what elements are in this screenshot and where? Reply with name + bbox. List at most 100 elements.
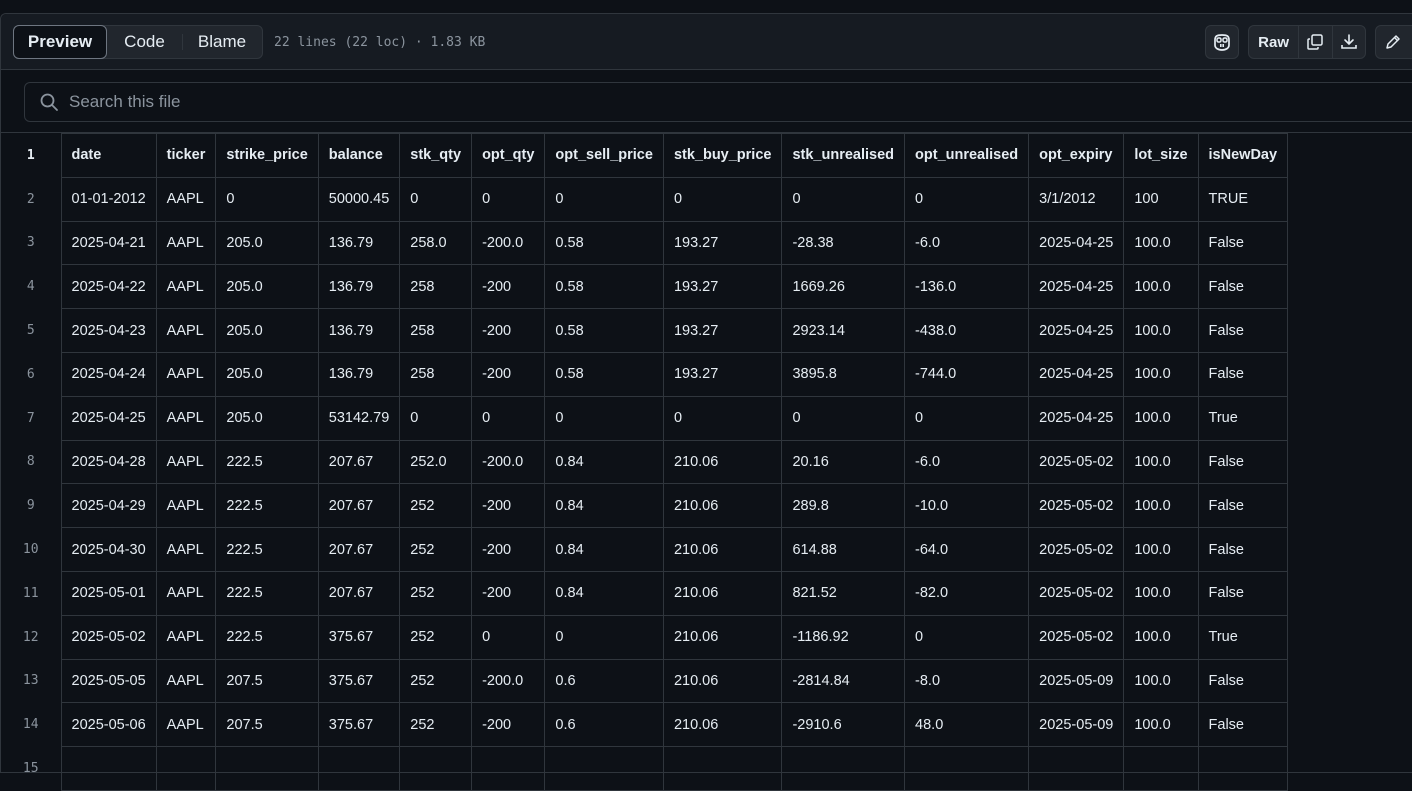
table-row: 15 — [1, 746, 1289, 791]
table-cell-date: 2025-04-23 — [60, 308, 157, 353]
table-cell-opt_unrealised: 0 — [904, 395, 1030, 441]
column-header: balance — [317, 133, 401, 178]
line-number[interactable]: 12 — [1, 615, 62, 660]
column-header: ticker — [155, 133, 217, 178]
table-cell-date: 2025-04-24 — [60, 351, 157, 397]
table-cell-ticker: AAPL — [155, 264, 217, 310]
table-cell-stk_qty: 258 — [399, 308, 473, 353]
table-cell-opt_unrealised: -6.0 — [904, 439, 1030, 485]
table-cell-opt_unrealised — [904, 746, 1030, 791]
table-cell-opt_expiry: 2025-05-02 — [1028, 527, 1125, 572]
column-header: opt_expiry — [1028, 133, 1125, 178]
table-cell-balance: 207.67 — [317, 570, 401, 616]
table-cell-lot_size: 100.0 — [1123, 614, 1199, 660]
table-cell-lot_size: 100.0 — [1123, 351, 1199, 397]
table-cell-balance: 50000.45 — [317, 176, 401, 222]
table-cell-opt_qty: 0 — [471, 176, 546, 222]
table-cell-date: 2025-04-28 — [60, 439, 157, 485]
table-cell-opt_sell_price: 0.58 — [544, 264, 664, 310]
table-cell-lot_size: 100.0 — [1123, 570, 1199, 616]
line-number[interactable]: 11 — [1, 571, 62, 616]
table-cell-opt_qty: -200 — [471, 351, 546, 397]
download-button[interactable] — [1333, 26, 1365, 58]
table-row: 6 2025-04-24 AAPL 205.0 136.79 258 -200 0.58 193… — [1, 351, 1289, 397]
column-header: opt_sell_price — [544, 133, 664, 178]
tab-code[interactable]: Code — [107, 26, 182, 58]
line-number[interactable]: 1 — [1, 133, 62, 178]
copy-button[interactable] — [1299, 26, 1331, 58]
table-cell-stk_buy_price: 210.06 — [662, 527, 783, 572]
table-cell-date: 2025-04-30 — [60, 527, 157, 572]
raw-button[interactable]: Raw — [1249, 26, 1298, 58]
table-row: 4 2025-04-22 AAPL 205.0 136.79 258 -200 0.58 193… — [1, 264, 1289, 310]
table-cell-stk_buy_price: 210.06 — [662, 570, 783, 616]
file-header: Preview Code Blame 22 lines (22 loc) · 1… — [1, 14, 1412, 70]
table-cell-opt_unrealised: 0 — [904, 614, 1030, 660]
download-icon — [1340, 34, 1357, 49]
table-cell-ticker: AAPL — [155, 614, 217, 660]
table-cell-opt_qty: -200 — [471, 483, 546, 529]
table-cell-opt_expiry: 2025-04-25 — [1028, 308, 1125, 353]
pencil-icon — [1386, 35, 1400, 49]
line-number[interactable]: 13 — [1, 659, 62, 703]
table-row: 13 2025-05-05 AAPL 207.5 375.67 252 -200.0 0.6 2… — [1, 658, 1289, 704]
search-icon — [39, 92, 59, 112]
table-cell-balance: 375.67 — [317, 658, 401, 704]
table-cell-stk_unrealised: 1669.26 — [781, 264, 906, 310]
line-number[interactable]: 8 — [1, 440, 62, 484]
table-cell-strike_price: 205.0 — [215, 308, 319, 353]
line-number[interactable]: 15 — [1, 746, 62, 791]
table-cell-stk_unrealised: 821.52 — [781, 570, 906, 616]
table-cell-date: 2025-04-25 — [60, 395, 157, 441]
table-row: 5 2025-04-23 AAPL 205.0 136.79 258 -200 0.58 193… — [1, 308, 1289, 353]
table-row: 7 2025-04-25 AAPL 205.0 53142.79 0 0 0 0 0 0 2025-0… — [1, 395, 1289, 441]
edit-button[interactable] — [1375, 25, 1412, 59]
table-cell-stk_unrealised: 2923.14 — [781, 308, 906, 353]
table-row: 9 2025-04-29 AAPL 222.5 207.67 252 -200 0.84 210… — [1, 483, 1289, 529]
table-cell-opt_sell_price: 0.58 — [544, 351, 664, 397]
line-number[interactable]: 4 — [1, 264, 62, 309]
table-cell-opt_expiry: 2025-05-02 — [1028, 570, 1125, 616]
table-cell-lot_size: 100.0 — [1123, 483, 1199, 529]
table-cell-opt_expiry: 2025-05-02 — [1028, 439, 1125, 485]
copilot-button[interactable] — [1205, 25, 1239, 59]
line-number[interactable]: 6 — [1, 352, 62, 397]
tab-preview[interactable]: Preview — [13, 25, 107, 59]
table-cell-strike_price: 222.5 — [215, 614, 319, 660]
table-cell-balance: 207.67 — [317, 483, 401, 529]
table-cell-opt_expiry: 2025-05-09 — [1028, 702, 1125, 748]
table-cell-opt_expiry: 3/1/2012 — [1028, 176, 1125, 222]
table-cell-opt_unrealised: -136.0 — [904, 264, 1030, 310]
table-cell-lot_size: 100.0 — [1123, 308, 1199, 353]
tab-blame[interactable]: Blame — [183, 26, 261, 58]
table-cell-opt_sell_price: 0.84 — [544, 527, 664, 572]
line-number[interactable]: 2 — [1, 177, 62, 222]
table-cell-stk_qty: 252 — [399, 570, 473, 616]
table-cell-opt_sell_price: 0.84 — [544, 483, 664, 529]
table-cell-ticker: AAPL — [155, 395, 217, 441]
table-cell-opt_qty: -200 — [471, 570, 546, 616]
column-header: date — [60, 133, 157, 178]
table-cell-stk_buy_price: 210.06 — [662, 614, 783, 660]
table-cell-stk_qty: 252 — [399, 702, 473, 748]
table-cell-strike_price: 0 — [215, 176, 319, 222]
line-number[interactable]: 7 — [1, 396, 62, 441]
table-cell-opt_sell_price: 0.6 — [544, 702, 664, 748]
table-cell-lot_size — [1123, 746, 1199, 791]
search-input[interactable] — [69, 92, 1269, 112]
table-cell-opt_unrealised: -82.0 — [904, 570, 1030, 616]
line-number[interactable]: 10 — [1, 527, 62, 572]
table-cell-date: 2025-05-02 — [60, 614, 157, 660]
table-cell-stk_unrealised: -2910.6 — [781, 702, 906, 748]
line-number[interactable]: 14 — [1, 702, 62, 747]
line-number[interactable]: 5 — [1, 308, 62, 353]
table-cell-ticker: AAPL — [155, 483, 217, 529]
table-cell-isNewDay: False — [1197, 570, 1289, 616]
table-cell-opt_sell_price: 0.58 — [544, 220, 664, 266]
line-number[interactable]: 3 — [1, 221, 62, 265]
table-cell-opt_expiry: 2025-04-25 — [1028, 395, 1125, 441]
table-cell-balance: 136.79 — [317, 264, 401, 310]
line-number[interactable]: 9 — [1, 483, 62, 528]
table-cell-opt_expiry: 2025-05-02 — [1028, 483, 1125, 529]
copy-icon — [1307, 34, 1324, 50]
